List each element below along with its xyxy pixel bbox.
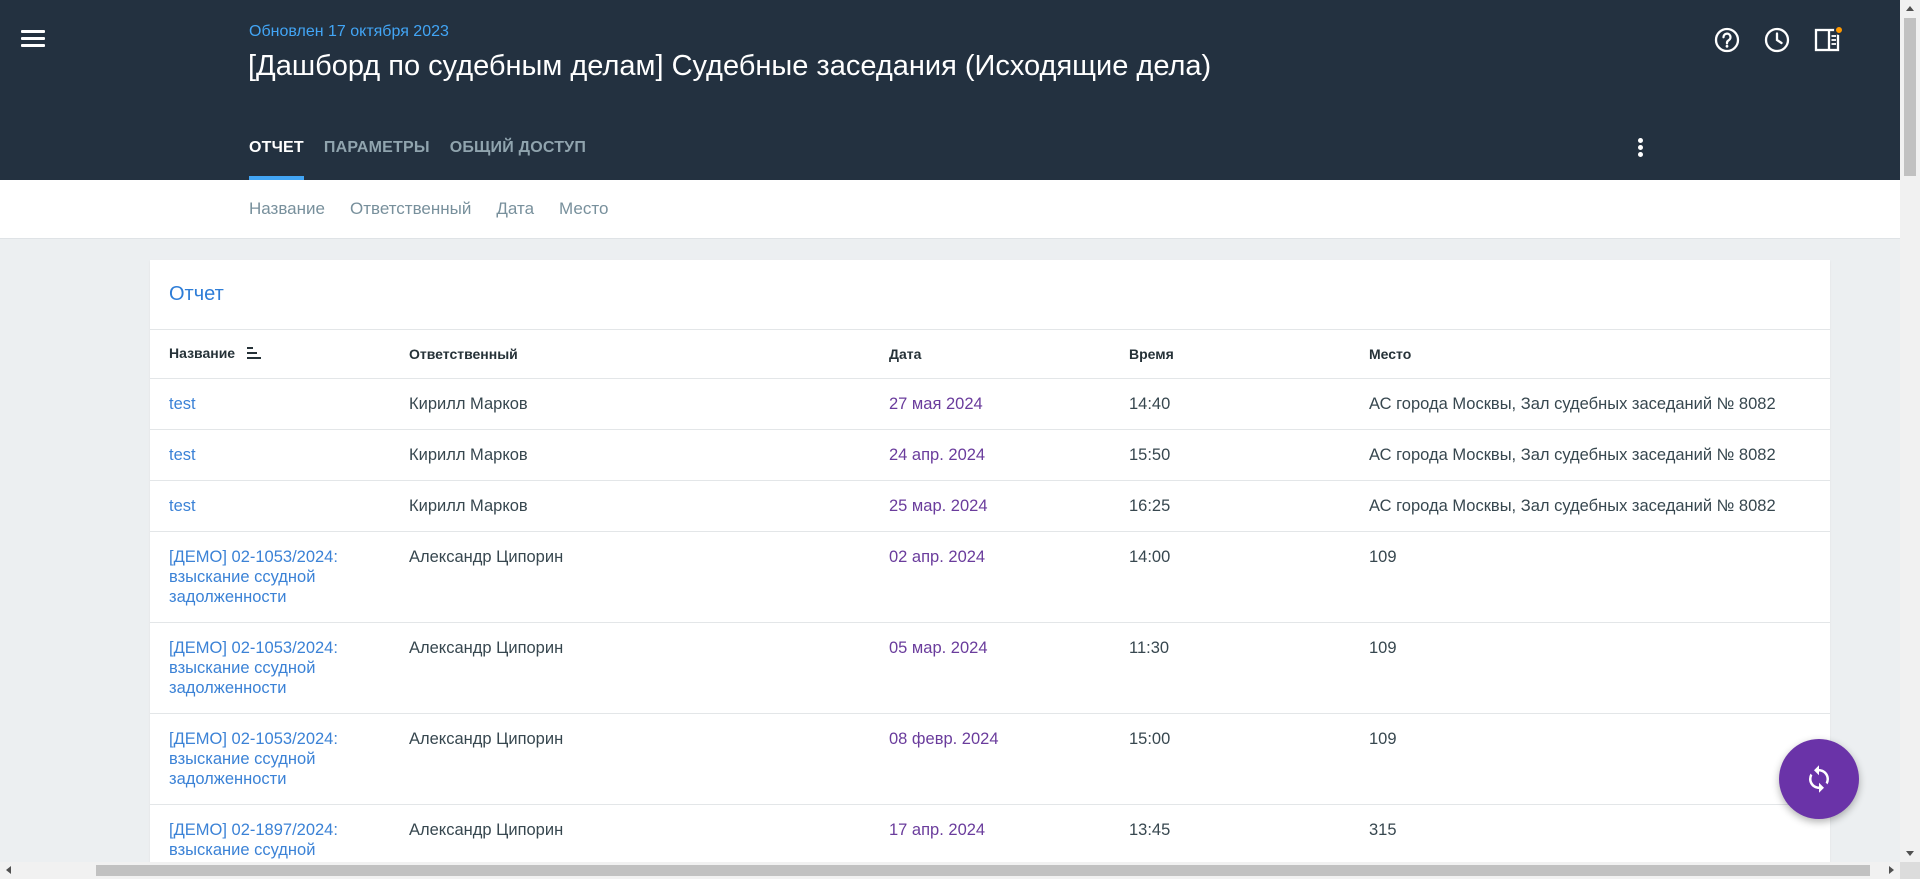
row-name-link[interactable]: test: [150, 429, 390, 481]
column-header-responsible[interactable]: Ответственный: [390, 330, 870, 379]
scrollbar-corner: [1900, 862, 1920, 879]
help-icon[interactable]: [1713, 26, 1741, 54]
report-table: Название Ответственный Дата Время Место …: [150, 330, 1830, 879]
tab-parameters[interactable]: ПАРАМЕТРЫ: [324, 139, 430, 180]
tab-report[interactable]: ОТЧЕТ: [249, 139, 304, 180]
history-clock-icon[interactable]: [1763, 26, 1791, 54]
row-date: 05 мар. 2024: [870, 622, 1110, 714]
row-time: 15:50: [1110, 429, 1350, 481]
tab-sharing[interactable]: ОБЩИЙ ДОСТУП: [450, 139, 586, 180]
horizontal-scroll-thumb[interactable]: [96, 865, 1870, 876]
tab-bar: ОТЧЕТ ПАРАМЕТРЫ ОБЩИЙ ДОСТУП: [249, 139, 586, 180]
row-date: 24 апр. 2024: [870, 429, 1110, 481]
row-name-link[interactable]: test: [150, 378, 390, 430]
sort-icon[interactable]: [247, 346, 263, 363]
row-name-link[interactable]: test: [150, 480, 390, 532]
scroll-right-arrow[interactable]: [1889, 866, 1894, 874]
column-header-place[interactable]: Место: [1350, 330, 1830, 379]
updated-date: Обновлен 17 октября 2023: [249, 23, 449, 40]
row-date: 27 мая 2024: [870, 378, 1110, 430]
row-responsible: Александр Ципорин: [390, 713, 870, 805]
row-place: АС города Москвы, Зал судебных заседаний…: [1350, 378, 1830, 430]
row-responsible: Кирилл Марков: [390, 480, 870, 532]
table-row[interactable]: [ДЕМО] 02-1053/2024: взыскание ссудной з…: [150, 531, 1830, 623]
row-time: 14:00: [1110, 531, 1350, 623]
menu-icon[interactable]: [18, 26, 48, 54]
row-responsible: Александр Ципорин: [390, 531, 870, 623]
column-header-time[interactable]: Время: [1110, 330, 1350, 379]
report-card: Отчет Название Ответственный Дата Время …: [150, 260, 1830, 879]
scroll-down-arrow[interactable]: [1906, 851, 1914, 856]
row-place: 109: [1350, 531, 1830, 623]
scroll-up-arrow[interactable]: [1906, 6, 1914, 11]
row-place: 109: [1350, 622, 1830, 714]
filter-date[interactable]: Дата: [496, 199, 534, 219]
row-date: 08 февр. 2024: [870, 713, 1110, 805]
column-header-name[interactable]: Название: [150, 330, 390, 379]
more-options-icon[interactable]: [1628, 138, 1652, 162]
row-time: 11:30: [1110, 622, 1350, 714]
column-header-date[interactable]: Дата: [870, 330, 1110, 379]
report-title: Отчет: [169, 283, 224, 305]
filter-name[interactable]: Название: [249, 199, 325, 219]
refresh-button[interactable]: [1779, 739, 1859, 819]
row-place: АС города Москвы, Зал судебных заседаний…: [1350, 429, 1830, 481]
row-place: 109: [1350, 713, 1830, 805]
row-responsible: Кирилл Марков: [390, 378, 870, 430]
table-row[interactable]: test Кирилл Марков 24 апр. 2024 15:50 АС…: [150, 429, 1830, 481]
horizontal-scrollbar[interactable]: [0, 862, 1900, 879]
table-row[interactable]: test Кирилл Марков 25 мар. 2024 16:25 АС…: [150, 480, 1830, 532]
row-responsible: Александр Ципорин: [390, 622, 870, 714]
refresh-icon: [1809, 765, 1829, 793]
row-date: 25 мар. 2024: [870, 480, 1110, 532]
header-actions: [1713, 25, 1844, 54]
panel-icon[interactable]: [1813, 25, 1844, 54]
app-header: Обновлен 17 октября 2023 [Дашборд по суд…: [0, 0, 1900, 180]
row-time: 16:25: [1110, 480, 1350, 532]
notification-dot: [1834, 25, 1844, 35]
row-time: 14:40: [1110, 378, 1350, 430]
row-name-link[interactable]: [ДЕМО] 02-1053/2024: взыскание ссудной з…: [150, 713, 390, 805]
row-time: 15:00: [1110, 713, 1350, 805]
row-responsible: Кирилл Марков: [390, 429, 870, 481]
filter-bar: Название Ответственный Дата Место: [0, 180, 1900, 239]
vertical-scrollbar[interactable]: [1900, 0, 1920, 862]
vertical-scroll-thumb[interactable]: [1904, 18, 1916, 176]
filter-responsible[interactable]: Ответственный: [350, 199, 471, 219]
row-name-link[interactable]: [ДЕМО] 02-1053/2024: взыскание ссудной з…: [150, 622, 390, 714]
row-place: АС города Москвы, Зал судебных заседаний…: [1350, 480, 1830, 532]
scroll-left-arrow[interactable]: [6, 866, 11, 874]
row-name-link[interactable]: [ДЕМО] 02-1053/2024: взыскание ссудной з…: [150, 531, 390, 623]
page-title: [Дашборд по судебным делам] Судебные зас…: [248, 50, 1212, 82]
table-row[interactable]: test Кирилл Марков 27 мая 2024 14:40 АС …: [150, 378, 1830, 430]
table-header-row: Название Ответственный Дата Время Место: [150, 330, 1830, 379]
table-row[interactable]: [ДЕМО] 02-1053/2024: взыскание ссудной з…: [150, 713, 1830, 805]
table-row[interactable]: [ДЕМО] 02-1053/2024: взыскание ссудной з…: [150, 622, 1830, 714]
row-date: 02 апр. 2024: [870, 531, 1110, 623]
filter-place[interactable]: Место: [559, 199, 608, 219]
